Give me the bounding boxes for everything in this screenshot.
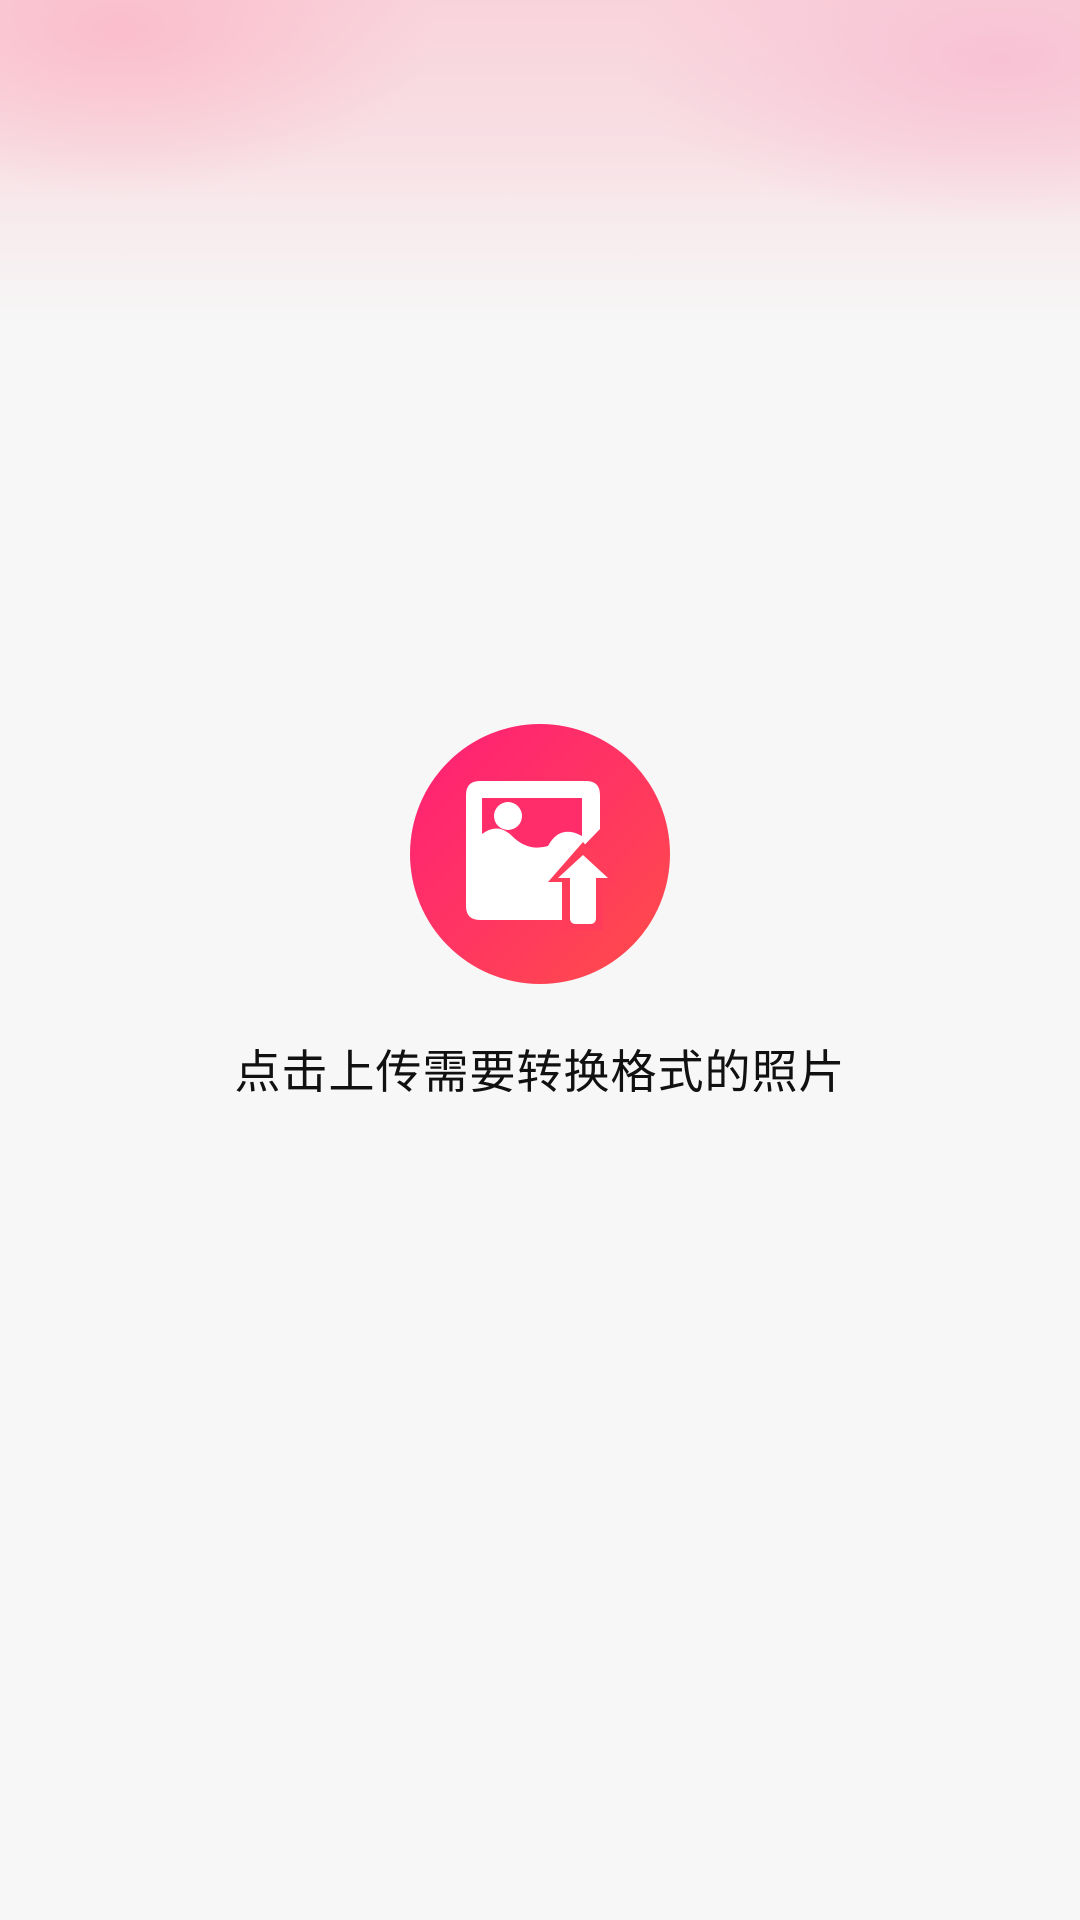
upload-photo-area[interactable]: 点击上传需要转换格式的照片 — [0, 724, 1080, 1104]
image-upload-icon — [466, 781, 618, 930]
header-gradient-background — [0, 0, 1080, 340]
upload-instruction-label: 点击上传需要转换格式的照片 — [234, 1045, 846, 1099]
upload-button[interactable] — [410, 724, 670, 984]
